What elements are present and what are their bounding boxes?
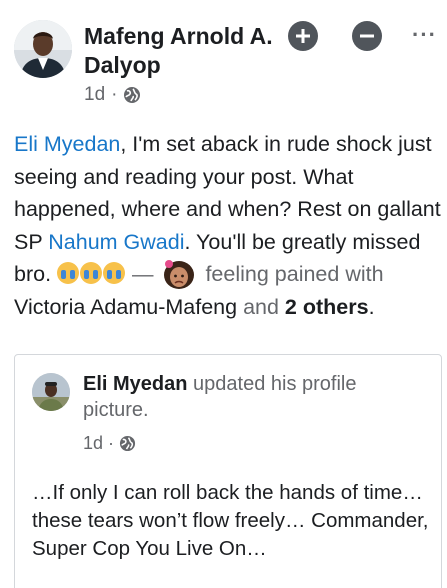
post-author-name[interactable]: Mafeng Arnold A. Dalyop	[84, 22, 284, 80]
shared-post-text: …If only I can roll back the hands of ti…	[32, 481, 429, 560]
mention-eli-myedan[interactable]: Eli Myedan	[14, 132, 120, 156]
tagged-person[interactable]: Victoria Adamu-Mafeng	[14, 295, 237, 319]
shared-post-meta: 1d ·	[83, 433, 137, 454]
crying-emoji	[80, 262, 103, 284]
shared-post-card[interactable]: Eli Myedan updated his profile picture. …	[14, 354, 442, 588]
author-avatar[interactable]	[14, 20, 72, 78]
meta-separator: ·	[111, 84, 118, 105]
shared-post-time[interactable]: 1d	[83, 433, 103, 454]
crying-emoji	[57, 262, 80, 284]
plus-circle-icon[interactable]	[288, 21, 318, 51]
shared-meta-separator: ·	[108, 433, 115, 453]
shared-author-avatar[interactable]	[32, 373, 70, 411]
post-time[interactable]: 1d	[84, 84, 105, 106]
mention-nahum-gwadi[interactable]: Nahum Gwadi	[48, 230, 184, 254]
more-options-button[interactable]: ···	[412, 24, 437, 46]
tagged-others[interactable]: 2 others	[285, 295, 369, 319]
post-meta: 1d ·	[84, 84, 141, 106]
globe-icon	[119, 435, 137, 453]
minus-circle-icon[interactable]	[352, 21, 382, 51]
post-text: Eli Myedan, I'm set aback in rude shock …	[14, 128, 442, 323]
facebook-post: Mafeng Arnold A. Dalyop 1d · ··· Eli Mye…	[0, 0, 447, 588]
pained-face-emoji	[161, 258, 197, 290]
feeling-text: feeling pained with	[199, 262, 384, 286]
feeling-dash: —	[126, 262, 160, 286]
and-text: and	[237, 294, 285, 319]
globe-icon	[123, 86, 141, 104]
crying-emoji	[103, 262, 126, 284]
post-text-end: .	[368, 294, 375, 319]
shared-post-header: Eli Myedan updated his profile picture.	[83, 371, 413, 423]
shared-author-name[interactable]: Eli Myedan	[83, 373, 187, 395]
